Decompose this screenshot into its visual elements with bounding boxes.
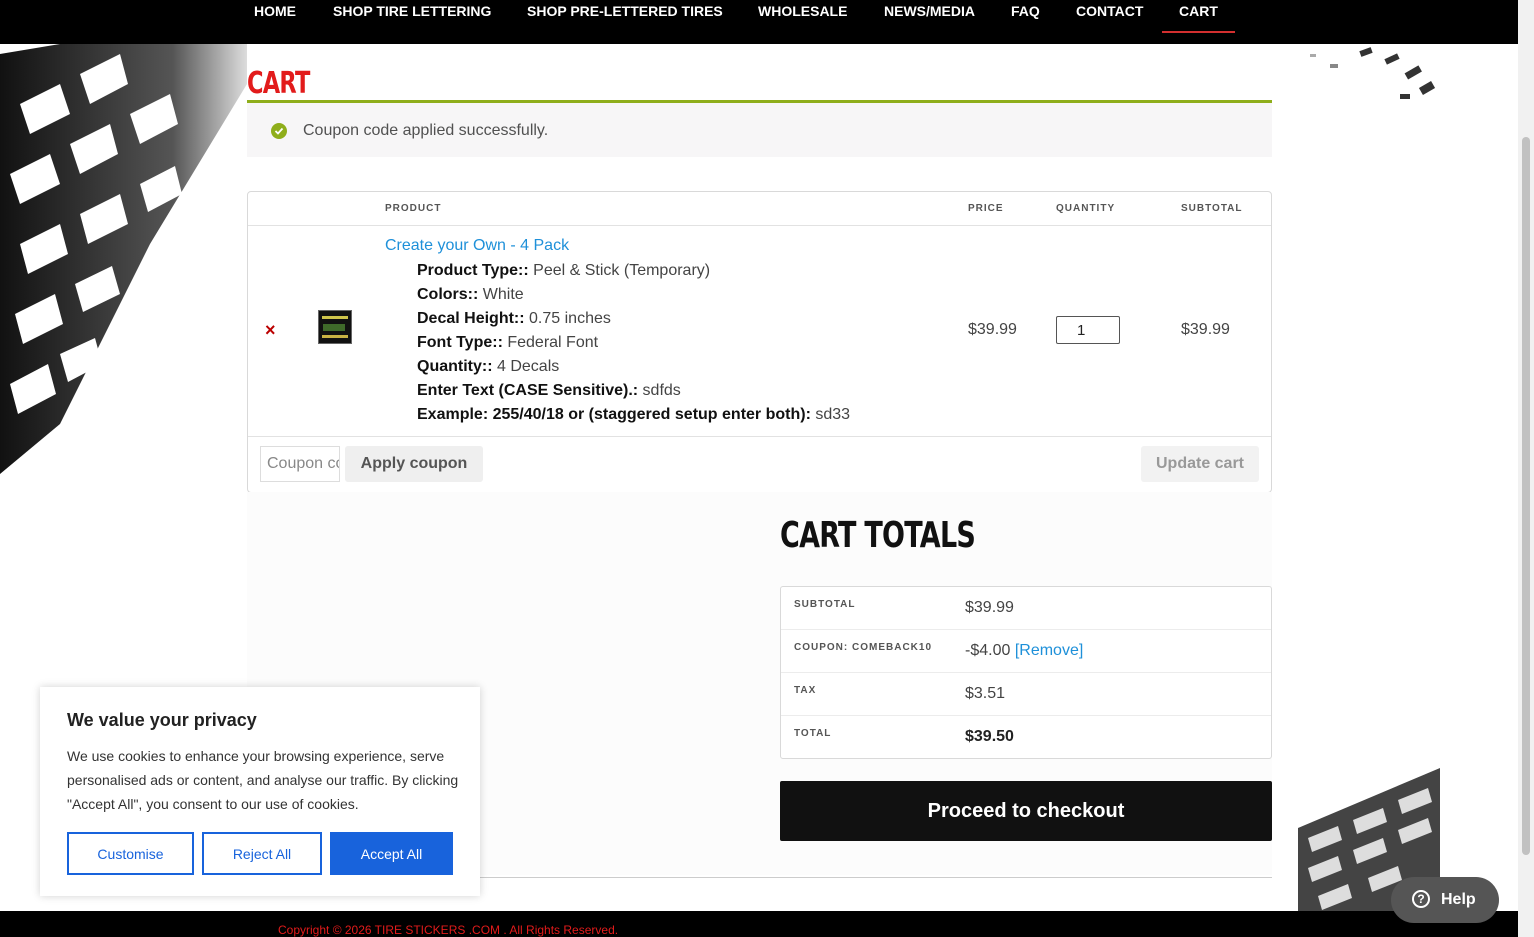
- table-divider: [248, 225, 1271, 226]
- product-meta-row: Example: 255/40/18 or (staggered setup e…: [417, 406, 850, 424]
- proceed-to-checkout-button[interactable]: Proceed to checkout: [780, 781, 1272, 841]
- nav-item-faq[interactable]: FAQ: [1011, 2, 1040, 22]
- nav-item-wholesale[interactable]: WHOLESALE: [758, 2, 847, 22]
- remove-item-icon[interactable]: ×: [265, 320, 276, 341]
- product-thumbnail[interactable]: [318, 310, 352, 344]
- meta-label: Product Type::: [417, 262, 529, 279]
- cart-table: PRODUCT PRICE QUANTITY SUBTOTAL × Create…: [247, 191, 1272, 493]
- product-meta-row: Decal Height:: 0.75 inches: [417, 310, 611, 328]
- cookie-consent-banner: We value your privacy We use cookies to …: [40, 687, 480, 896]
- help-label: Help: [1441, 891, 1476, 908]
- reject-all-button[interactable]: Reject All: [202, 832, 322, 875]
- totals-value-total: $39.50: [965, 728, 1014, 745]
- header-price: PRICE: [968, 203, 1004, 214]
- totals-value-coupon: -$4.00 [Remove]: [965, 642, 1083, 660]
- apply-coupon-button[interactable]: Apply coupon: [345, 446, 483, 482]
- totals-label-tax: TAX: [794, 685, 817, 696]
- check-circle-icon: [271, 123, 287, 139]
- scrollbar-thumb[interactable]: [1522, 137, 1530, 855]
- cart-totals-table: SUBTOTAL $39.99 COUPON: COMEBACK10 -$4.0…: [780, 586, 1272, 759]
- update-cart-button[interactable]: Update cart: [1141, 446, 1259, 482]
- meta-value: Federal Font: [507, 334, 599, 351]
- meta-value: 0.75 inches: [529, 310, 611, 327]
- meta-label: Font Type::: [417, 334, 503, 351]
- totals-label-total: TOTAL: [794, 728, 832, 739]
- coupon-discount: -$4.00: [965, 642, 1011, 659]
- notice-text: Coupon code applied successfully.: [303, 122, 549, 139]
- cookie-description: We use cookies to enhance your browsing …: [67, 748, 459, 812]
- totals-divider: [781, 715, 1271, 716]
- product-meta-row: Colors:: White: [417, 286, 524, 304]
- product-name-link[interactable]: Create your Own - 4 Pack: [385, 237, 569, 255]
- remove-coupon-link[interactable]: [Remove]: [1015, 642, 1083, 659]
- nav-item-contact[interactable]: CONTACT: [1076, 2, 1143, 22]
- meta-label: Colors::: [417, 286, 479, 303]
- product-meta-row: Product Type:: Peel & Stick (Temporary): [417, 262, 710, 280]
- header-product: PRODUCT: [385, 203, 442, 214]
- meta-label: Quantity::: [417, 358, 493, 375]
- nav-item-news-media[interactable]: NEWS/MEDIA: [884, 2, 975, 22]
- meta-label: Example: 255/40/18 or (staggered setup e…: [417, 406, 811, 423]
- meta-value: Peel & Stick (Temporary): [533, 262, 711, 279]
- accept-all-button[interactable]: Accept All: [330, 832, 453, 875]
- totals-divider: [781, 672, 1271, 673]
- cart-totals-title: CART TOTALS: [780, 515, 976, 556]
- meta-value: sdfds: [642, 382, 681, 399]
- cookie-title: We value your privacy: [67, 710, 257, 730]
- meta-label: Decal Height::: [417, 310, 525, 327]
- totals-value-tax: $3.51: [965, 685, 1006, 702]
- meta-value: sd33: [815, 406, 851, 423]
- item-price: $39.99: [968, 321, 1017, 338]
- product-meta-row: Quantity:: 4 Decals: [417, 358, 559, 376]
- product-meta-row: Enter Text (CASE Sensitive).: sdfds: [417, 382, 681, 400]
- totals-label-coupon: COUPON: COMEBACK10: [794, 642, 933, 653]
- meta-label: Enter Text (CASE Sensitive).:: [417, 382, 639, 399]
- nav-item-home[interactable]: HOME: [254, 2, 296, 22]
- footer: Copyright © 2026 TIRE STICKERS .COM . Al…: [0, 911, 1534, 937]
- totals-divider: [781, 629, 1271, 630]
- customise-button[interactable]: Customise: [67, 832, 194, 875]
- meta-value: White: [482, 286, 524, 303]
- item-subtotal: $39.99: [1181, 321, 1230, 338]
- header-quantity: QUANTITY: [1056, 203, 1116, 214]
- nav-item-cart[interactable]: CART: [1179, 2, 1218, 22]
- quantity-input[interactable]: 1: [1056, 316, 1120, 344]
- top-navigation: HOME SHOP TIRE LETTERING SHOP PRE-LETTER…: [0, 0, 1534, 44]
- page-scrollbar[interactable]: [1518, 0, 1534, 937]
- success-notice: Coupon code applied successfully.: [247, 103, 1272, 157]
- nav-item-shop-tire-lettering[interactable]: SHOP TIRE LETTERING: [333, 2, 491, 22]
- help-button[interactable]: ? Help: [1391, 877, 1499, 923]
- header-subtotal: SUBTOTAL: [1181, 203, 1243, 214]
- table-divider: [248, 436, 1271, 437]
- product-meta-row: Font Type:: Federal Font: [417, 334, 598, 352]
- copyright-text: Copyright © 2026 TIRE STICKERS .COM . Al…: [278, 923, 619, 937]
- page-title: CART: [247, 66, 310, 101]
- tire-tread-decoration-top-right: [1290, 44, 1440, 119]
- meta-value: 4 Decals: [497, 358, 560, 375]
- coupon-code-input[interactable]: Coupon code: [260, 446, 340, 482]
- totals-value-subtotal: $39.99: [965, 599, 1014, 616]
- totals-label-subtotal: SUBTOTAL: [794, 599, 856, 610]
- nav-item-shop-pre-lettered-tires[interactable]: SHOP PRE-LETTERED TIRES: [527, 2, 723, 22]
- nav-active-indicator: [1162, 31, 1235, 33]
- tire-tread-decoration-left: [0, 44, 247, 474]
- question-circle-icon: ?: [1412, 890, 1430, 908]
